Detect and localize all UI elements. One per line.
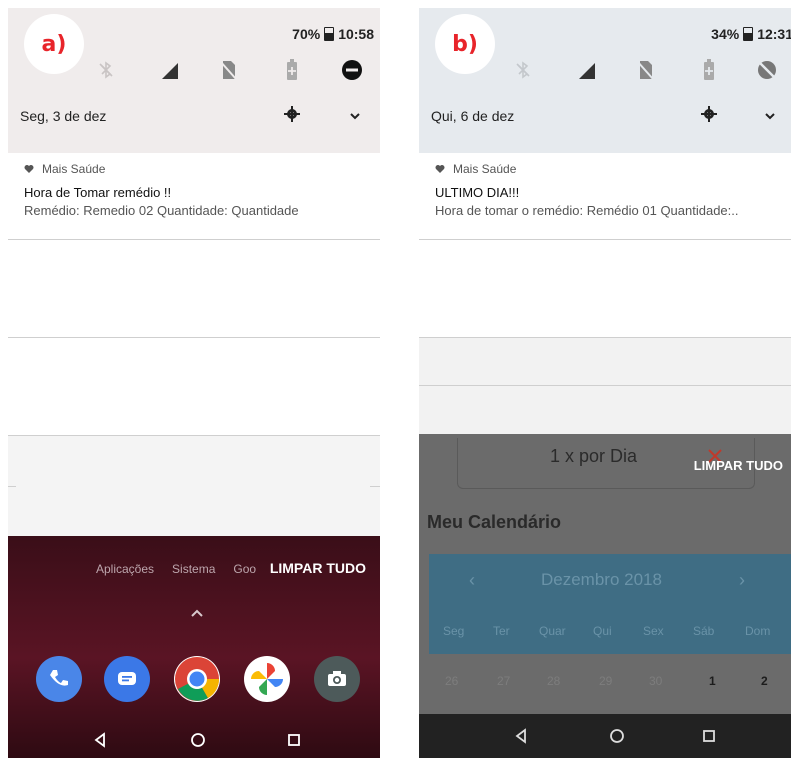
status-bar-right: 70% 10:58 xyxy=(292,26,374,42)
notification-text: Hora de tomar o remédio: Remédio 01 Quan… xyxy=(435,203,739,218)
battery-icon xyxy=(743,27,754,41)
quick-settings-row xyxy=(8,56,380,90)
divider xyxy=(8,337,380,338)
chevron-right-icon[interactable]: › xyxy=(739,570,745,591)
home-icon[interactable] xyxy=(186,728,210,752)
signal-icon[interactable] xyxy=(156,56,184,84)
status-bar-right: 34% 12:31 xyxy=(711,26,791,42)
calendar-day[interactable]: 28 xyxy=(547,674,560,688)
battery-percent: 34% xyxy=(711,26,740,42)
clock: 10:58 xyxy=(338,26,374,42)
notification-app-row: Mais Saúde xyxy=(435,162,516,176)
divider xyxy=(8,486,16,487)
chevron-left-icon[interactable]: ‹ xyxy=(469,570,475,591)
recents-icon[interactable] xyxy=(697,724,721,748)
calendar-day[interactable]: 1 xyxy=(709,674,716,688)
back-icon[interactable] xyxy=(509,724,533,748)
app-folder-labels: Aplicações Sistema Goo xyxy=(96,562,256,576)
no-sim-icon[interactable] xyxy=(631,56,659,84)
chevron-down-icon[interactable] xyxy=(348,108,364,124)
date-label: Qui, 6 de dez xyxy=(431,108,515,124)
phone-icon[interactable] xyxy=(36,656,82,702)
clear-all-button[interactable]: LIMPAR TUDO xyxy=(270,560,366,576)
calendar-title: Meu Calendário xyxy=(427,512,562,532)
notification-shade-header: a) 70% 10:58 Seg, 3 de dez xyxy=(8,8,380,153)
notification-card[interactable]: Mais Saúde Hora de Tomar remédio !! Remé… xyxy=(8,153,380,240)
heart-icon xyxy=(24,165,34,173)
gear-icon[interactable] xyxy=(701,106,721,126)
photos-icon[interactable] xyxy=(244,656,290,702)
notification-text: Remédio: Remedio 02 Quantidade: Quantida… xyxy=(24,203,299,218)
background-app-dimmed: 1 x por Dia LIMPAR TUDO Meu Calendário ‹… xyxy=(419,434,791,714)
notification-title: Hora de Tomar remédio !! xyxy=(24,185,172,200)
folder-label[interactable]: Sistema xyxy=(172,562,215,576)
empty-area xyxy=(8,436,380,536)
notification-app-name: Mais Saúde xyxy=(453,162,517,176)
notification-shade-header: b) 34% 12:31 Qui, 6 de dez xyxy=(419,8,791,153)
date-label: Seg, 3 de dez xyxy=(20,108,107,124)
back-icon[interactable] xyxy=(88,728,112,752)
screenshot-panel-b: b) 34% 12:31 Qui, 6 de dez Mais Saúde UL… xyxy=(419,8,791,758)
empty-area xyxy=(419,338,791,434)
bluetooth-off-icon[interactable] xyxy=(509,56,537,84)
home-icon[interactable] xyxy=(605,724,629,748)
quick-settings-row xyxy=(419,56,791,90)
bluetooth-off-icon[interactable] xyxy=(92,56,120,84)
signal-icon[interactable] xyxy=(573,56,601,84)
date-row: Seg, 3 de dez xyxy=(8,104,380,134)
calendar-day[interactable]: 27 xyxy=(497,674,510,688)
calendar-header: ‹ Dezembro 2018 › Seg Ter Quar Qui Sex S… xyxy=(429,554,791,654)
clock: 12:31 xyxy=(757,26,791,42)
clear-all-button[interactable]: LIMPAR TUDO xyxy=(694,458,783,473)
no-sim-icon[interactable] xyxy=(214,56,242,84)
weekday-label: Qui xyxy=(593,624,612,638)
weekday-label: Quar xyxy=(539,624,566,638)
chevron-down-icon[interactable] xyxy=(763,108,779,124)
folder-label[interactable]: Goo xyxy=(233,562,256,576)
battery-saver-icon[interactable] xyxy=(695,56,723,84)
weekday-label: Sáb xyxy=(693,624,715,638)
notification-app-name: Mais Saúde xyxy=(42,162,106,176)
camera-icon[interactable] xyxy=(314,656,360,702)
weekday-label: Dom xyxy=(745,624,771,638)
chevron-up-icon[interactable] xyxy=(190,606,204,622)
divider xyxy=(419,385,791,386)
weekday-label: Ter xyxy=(493,624,510,638)
dose-frequency: 1 x por Dia xyxy=(550,446,638,466)
battery-percent: 70% xyxy=(292,26,321,42)
calendar-day[interactable]: 26 xyxy=(445,674,458,688)
messages-icon[interactable] xyxy=(104,656,150,702)
calendar-day[interactable]: 29 xyxy=(599,674,612,688)
weekday-label: Seg xyxy=(443,624,465,638)
home-screen-background: Aplicações Sistema Goo LIMPAR TUDO xyxy=(8,536,380,758)
calendar-month: Dezembro 2018 xyxy=(541,570,662,589)
navigation-bar xyxy=(419,714,791,758)
heart-icon xyxy=(435,165,445,173)
chrome-icon[interactable] xyxy=(174,656,220,702)
weekday-label: Sex xyxy=(643,624,664,638)
battery-icon xyxy=(324,27,335,41)
folder-label[interactable]: Aplicações xyxy=(96,562,154,576)
calendar-day[interactable]: 2 xyxy=(761,674,768,688)
screenshot-panel-a: a) 70% 10:58 Seg, 3 de dez Mais Saúde Ho… xyxy=(8,8,380,758)
do-not-disturb-icon[interactable] xyxy=(338,56,366,84)
gear-icon[interactable] xyxy=(284,106,304,126)
date-row: Qui, 6 de dez xyxy=(419,104,791,134)
notification-title: ULTIMO DIA!!! xyxy=(435,185,520,200)
battery-saver-icon[interactable] xyxy=(278,56,306,84)
notification-card[interactable]: Mais Saúde ULTIMO DIA!!! Hora de tomar o… xyxy=(419,153,791,240)
location-off-icon[interactable] xyxy=(753,56,781,84)
calendar-day[interactable]: 30 xyxy=(649,674,662,688)
notification-app-row: Mais Saúde xyxy=(24,162,105,176)
divider xyxy=(370,486,380,487)
recents-icon[interactable] xyxy=(282,728,306,752)
